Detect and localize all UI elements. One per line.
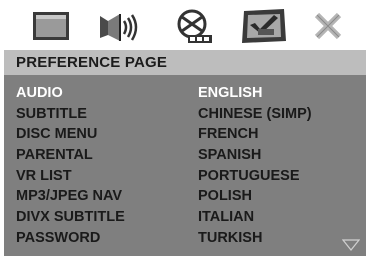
menu-item-vr-list[interactable]: VR LIST (16, 166, 125, 187)
scroll-down-arrow-icon[interactable] (341, 238, 361, 251)
monitor-icon[interactable] (26, 6, 76, 46)
menu-item-parental[interactable]: PARENTAL (16, 145, 125, 166)
preference-panel: AUDIO SUBTITLE DISC MENU PARENTAL VR LIS… (4, 75, 366, 256)
preference-menu-list: AUDIO SUBTITLE DISC MENU PARENTAL VR LIS… (16, 83, 125, 249)
option-italian[interactable]: ITALIAN (198, 207, 312, 228)
preference-monitor-icon[interactable] (236, 6, 292, 46)
setup-tab-bar (0, 0, 370, 50)
page-header: PREFERENCE PAGE (4, 50, 366, 75)
speaker-icon[interactable] (94, 6, 144, 46)
page-title: PREFERENCE PAGE (16, 54, 168, 71)
menu-item-password[interactable]: PASSWORD (16, 228, 125, 249)
menu-item-audio[interactable]: AUDIO (16, 83, 125, 104)
option-spanish[interactable]: SPANISH (198, 145, 312, 166)
menu-item-disc-menu[interactable]: DISC MENU (16, 124, 125, 145)
option-polish[interactable]: POLISH (198, 186, 312, 207)
menu-item-mp3-jpeg-nav[interactable]: MP3/JPEG NAV (16, 186, 125, 207)
setup-menu-screen: PREFERENCE PAGE AUDIO SUBTITLE DISC MENU… (0, 0, 370, 259)
option-chinese-simp[interactable]: CHINESE (SIMP) (198, 104, 312, 125)
option-english[interactable]: ENGLISH (198, 83, 312, 104)
option-turkish[interactable]: TURKISH (198, 228, 312, 249)
menu-item-divx-subtitle[interactable]: DIVX SUBTITLE (16, 207, 125, 228)
dolby-digital-icon[interactable] (170, 6, 218, 46)
language-option-list: ENGLISH CHINESE (SIMP) FRENCH SPANISH PO… (198, 83, 312, 249)
option-portuguese[interactable]: PORTUGUESE (198, 166, 312, 187)
menu-item-subtitle[interactable]: SUBTITLE (16, 104, 125, 125)
option-french[interactable]: FRENCH (198, 124, 312, 145)
close-icon[interactable] (308, 6, 348, 46)
